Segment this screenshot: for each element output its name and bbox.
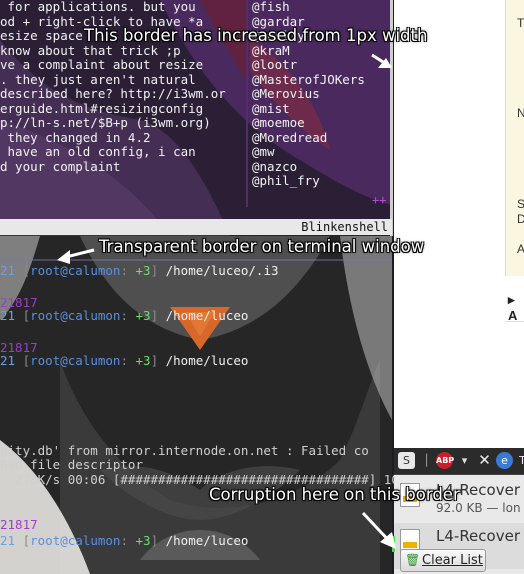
prompt-line: 21 [root@calumon: +3] /home/luceo/.i3 (0, 263, 279, 278)
jobs-count: +3 (135, 308, 151, 323)
history-number: 21 (0, 308, 16, 323)
clear-list-button[interactable]: 🗑 Clear List (400, 549, 486, 572)
chat-line: for applications. but you (0, 0, 196, 14)
corrupted-border (392, 536, 395, 552)
info-letter: N (517, 106, 524, 120)
t-label: T (519, 454, 524, 467)
error-output-line: pity.db' from mirror.internode.on.net : … (0, 443, 369, 458)
browser-addon-toolbar: S │ ABP ▾ ✕ e T (394, 448, 524, 475)
nick-item[interactable]: @mw (252, 145, 392, 160)
user-host: root@calumon (30, 533, 121, 548)
separator-icon: │ (418, 452, 435, 469)
error-output-line: Bad file descriptor (0, 457, 143, 472)
history-number: 21 (0, 263, 16, 278)
nick-item[interactable]: @lootr (252, 58, 392, 73)
terminal-window[interactable]: 21 [root@calumon: +3] /home/luceo/.i3 21… (0, 263, 414, 564)
annotation-transparent-border: Transparent border on terminal window (99, 237, 425, 256)
annotation-border-width: This border has increased from 1px width (84, 26, 428, 45)
chat-line: ve a complaint about resize (0, 58, 204, 72)
info-letter: S (517, 197, 524, 211)
nick-item[interactable]: @kraM (252, 44, 392, 59)
download-filename: L4-Recover (436, 527, 520, 545)
history-number: 21 (0, 353, 16, 368)
close-x-icon[interactable]: ✕ (476, 452, 493, 469)
info-letter: D (517, 212, 524, 226)
jobs-count: +3 (135, 263, 151, 278)
info-letter: A (517, 242, 524, 256)
user-host: root@calumon (30, 308, 121, 323)
cwd-path: /home/luceo (165, 308, 249, 323)
history-number: 21 (0, 533, 16, 548)
nick-item[interactable]: @Merovius (252, 87, 392, 102)
chat-status-bar: Blinkenshell (0, 219, 392, 235)
dropdown-icon[interactable]: ▾ (456, 452, 473, 469)
terminal-transparent-border[interactable] (0, 259, 392, 261)
cwd-path: /home/luceo/.i3 (165, 263, 279, 278)
chat-line: p://ln-s.net/$B+p (i3wm.org) (0, 116, 211, 130)
nick-item[interactable]: @nazco (252, 160, 392, 175)
info-box (505, 0, 524, 276)
nicklist-more-indicator: ++ (372, 193, 387, 207)
jobs-count: +3 (135, 353, 151, 368)
s-icon[interactable]: S (398, 452, 415, 469)
jobs-count: +3 (135, 533, 151, 548)
nick-item[interactable]: @phil_fry (252, 174, 392, 189)
nick-item[interactable]: @fish (252, 0, 392, 15)
user-host: root@calumon (30, 263, 121, 278)
prompt-line: 21 [root@calumon: +3] /home/luceo (0, 353, 249, 368)
info-letter: T (517, 16, 524, 30)
prompt-line: 21 [root@calumon: +3] /home/luceo (0, 308, 249, 323)
divider (505, 321, 524, 322)
user-host: root@calumon (30, 353, 121, 368)
chat-line: know about that trick ;p (0, 43, 181, 58)
nick-item[interactable]: @mist (252, 102, 392, 117)
nick-item[interactable]: @Moredread (252, 131, 392, 146)
chat-line: described here? http://i3wm.or (0, 87, 226, 101)
annotation-corruption: Corruption here on this border (209, 485, 460, 504)
chat-line: . they just aren't natural (0, 72, 196, 87)
prompt-line: 21 [root@calumon: +3] /home/luceo (0, 533, 249, 548)
cwd-path: /home/luceo (165, 353, 249, 368)
chat-line: d your complaint (0, 159, 121, 174)
chat-line: have an old config, i can (0, 145, 196, 159)
cwd-path: /home/luceo (165, 533, 249, 548)
section-heading[interactable]: ▸ A (508, 292, 524, 323)
nick-item[interactable]: @MasterofJOKers (252, 73, 392, 88)
clear-list-label: Clear List (422, 553, 483, 568)
pid-marker: 21817 (0, 517, 38, 532)
clear-icon: 🗑 (405, 553, 421, 567)
nick-item[interactable]: @moemoe (252, 116, 392, 131)
chat-line: erguide.html#resizingconfig (0, 101, 204, 116)
abp-icon[interactable]: ABP (436, 452, 454, 469)
window-title: Blinkenshell (301, 220, 388, 234)
chat-line: they changed in 4.2 (0, 130, 151, 145)
browser-icon[interactable]: e (496, 452, 513, 469)
